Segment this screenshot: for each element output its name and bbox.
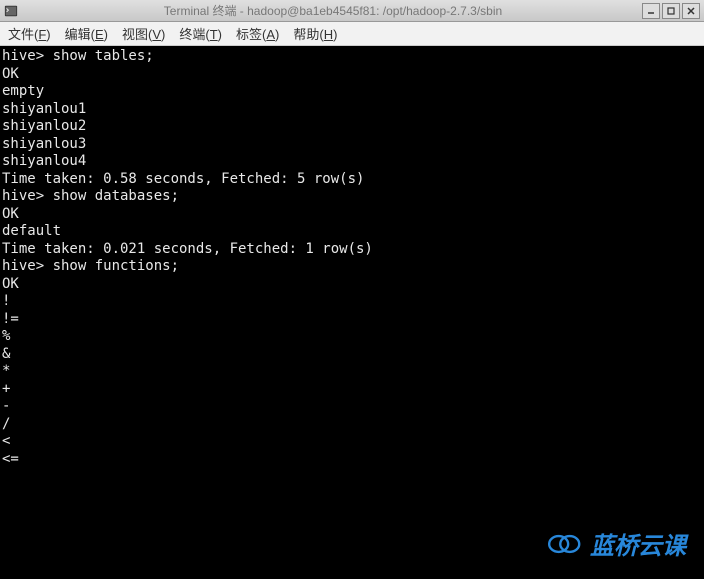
window-titlebar: Terminal 终端 - hadoop@ba1eb4545f81: /opt/…: [0, 0, 704, 22]
menu-edit[interactable]: 编辑(E): [65, 24, 108, 43]
minimize-button[interactable]: [642, 3, 660, 19]
terminal-app-icon: [4, 4, 18, 18]
window-title: Terminal 终端 - hadoop@ba1eb4545f81: /opt/…: [24, 2, 642, 19]
menu-view[interactable]: 视图(V): [122, 24, 165, 43]
maximize-button[interactable]: [662, 3, 680, 19]
close-button[interactable]: [682, 3, 700, 19]
menu-tabs[interactable]: 标签(A): [236, 24, 279, 43]
menu-help[interactable]: 帮助(H): [293, 24, 337, 43]
menu-file[interactable]: 文件(F): [8, 24, 51, 43]
menu-terminal[interactable]: 终端(T): [179, 24, 222, 43]
terminal-output[interactable]: hive> show tables; OK empty shiyanlou1 s…: [0, 46, 704, 579]
menubar: 文件(F) 编辑(E) 视图(V) 终端(T) 标签(A) 帮助(H): [0, 22, 704, 46]
window-controls: [642, 3, 700, 19]
